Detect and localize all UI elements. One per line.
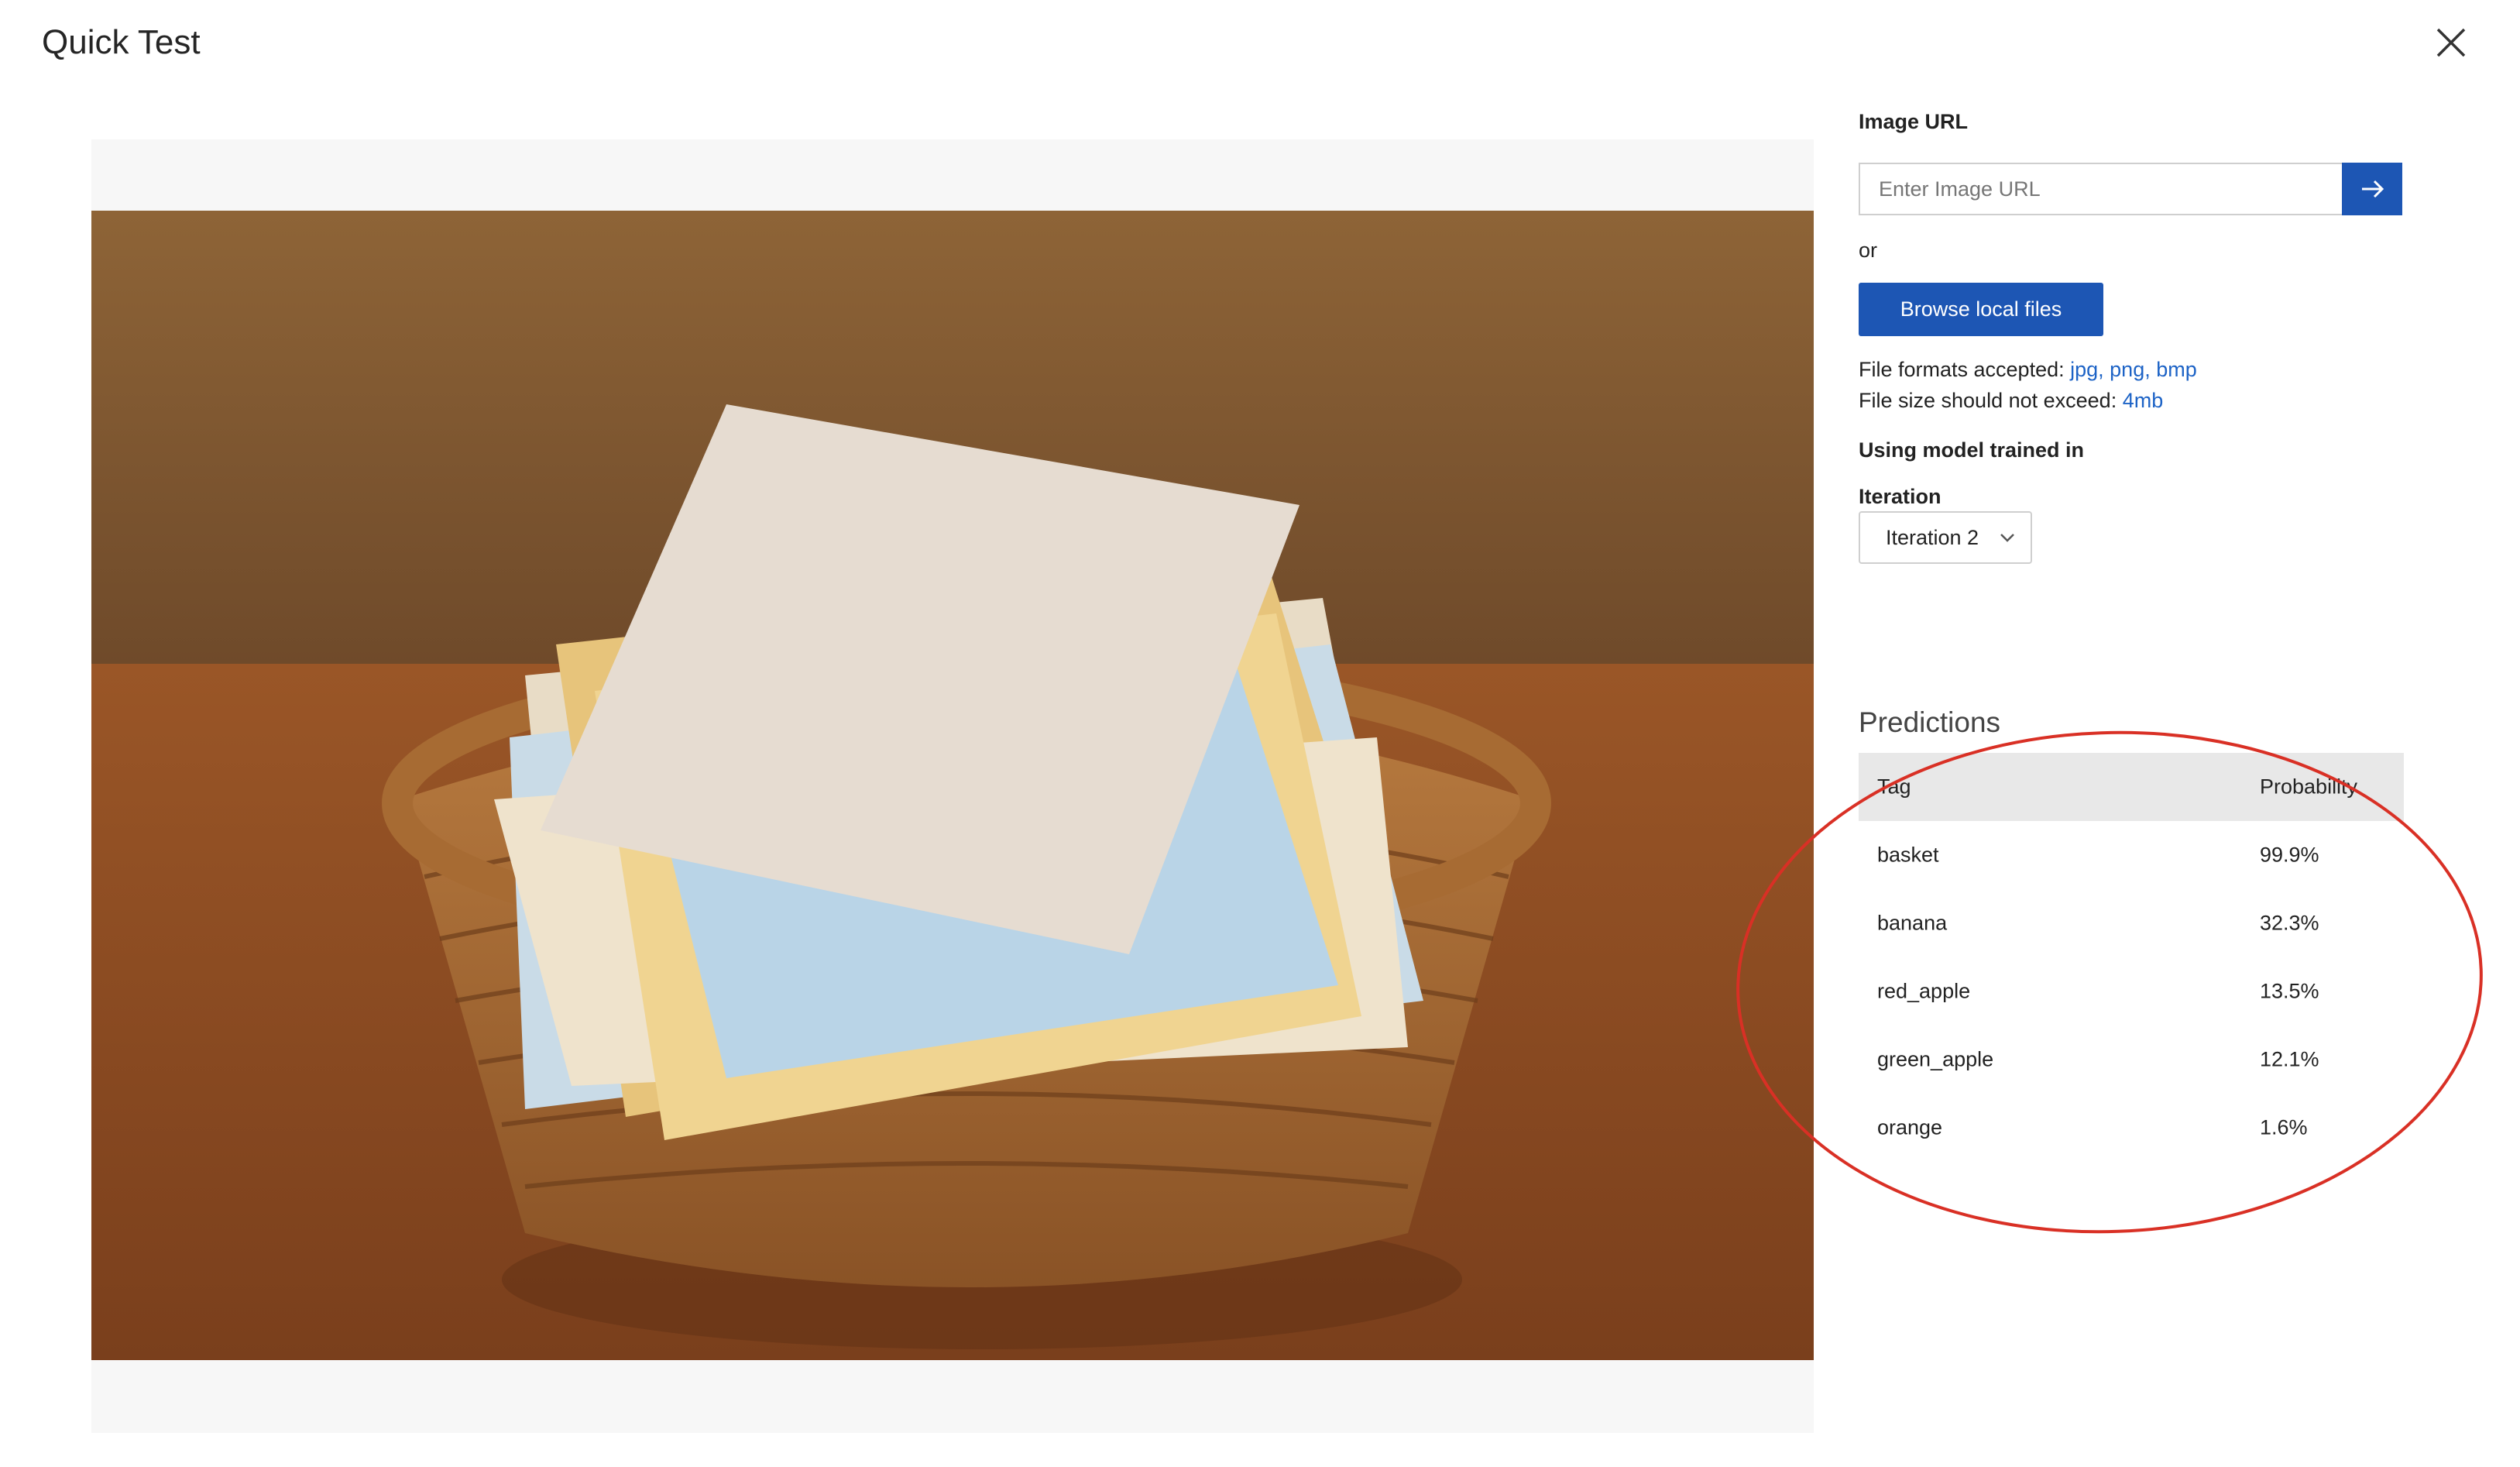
prediction-tag: green_apple <box>1877 1047 1994 1071</box>
file-formats-note: File formats accepted: jpg, png, bmp <box>1859 358 2197 382</box>
predictions-title: Predictions <box>1859 706 2001 738</box>
prediction-probability: 32.3% <box>2260 911 2319 935</box>
table-row: basket 99.9% <box>1859 821 2404 889</box>
tag-column-header: Tag <box>1877 775 1911 799</box>
iteration-label: Iteration <box>1859 485 1941 508</box>
prediction-probability: 1.6% <box>2260 1115 2308 1139</box>
iteration-select[interactable]: Iteration 2 <box>1859 511 2032 564</box>
image-url-group <box>1859 163 2402 215</box>
prediction-tag: orange <box>1877 1115 1943 1139</box>
table-row: orange 1.6% <box>1859 1094 2404 1162</box>
predictions-table: Tag Probability basket 99.9% banana 32.3… <box>1859 753 2404 1162</box>
chevron-down-icon <box>2000 534 2014 542</box>
browse-local-files-button[interactable]: Browse local files <box>1859 283 2103 336</box>
prediction-probability: 12.1% <box>2260 1047 2319 1071</box>
prediction-tag: red_apple <box>1877 979 1971 1003</box>
file-size-prefix: File size should not exceed: <box>1859 389 2123 412</box>
dialog-title: Quick Test <box>42 23 201 61</box>
prediction-tag: banana <box>1877 911 1948 935</box>
predictions-header-row: Tag Probability <box>1859 753 2404 821</box>
file-formats-prefix: File formats accepted: <box>1859 358 2071 381</box>
file-formats-value: jpg, png, bmp <box>2070 358 2197 381</box>
image-url-label: Image URL <box>1859 110 1969 133</box>
model-heading: Using model trained in <box>1859 438 2085 462</box>
table-row: green_apple 12.1% <box>1859 1026 2404 1094</box>
iteration-selected-value: Iteration 2 <box>1886 525 1979 549</box>
submit-url-button[interactable] <box>2342 163 2402 215</box>
test-image <box>91 211 1814 1360</box>
or-separator: or <box>1859 239 1878 262</box>
image-url-input[interactable] <box>1859 163 2342 215</box>
table-row: banana 32.3% <box>1859 889 2404 957</box>
prediction-tag: basket <box>1877 843 1939 867</box>
probability-column-header: Probability <box>2260 775 2358 799</box>
file-size-value: 4mb <box>2122 389 2164 412</box>
prediction-probability: 99.9% <box>2260 843 2319 867</box>
prediction-probability: 13.5% <box>2260 979 2319 1003</box>
close-icon[interactable] <box>2432 23 2470 62</box>
file-size-note: File size should not exceed: 4mb <box>1859 389 2163 413</box>
table-row: red_apple 13.5% <box>1859 957 2404 1026</box>
arrow-right-icon <box>2362 180 2384 198</box>
